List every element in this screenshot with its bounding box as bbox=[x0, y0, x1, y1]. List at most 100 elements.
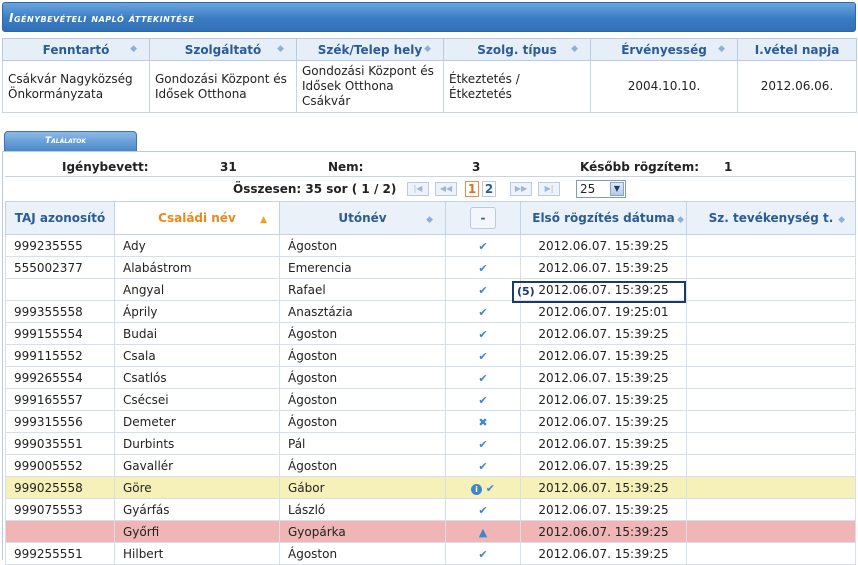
page-2-button[interactable]: 2 bbox=[482, 181, 496, 197]
rows-per-page-select[interactable]: 25 ▼ bbox=[576, 180, 626, 198]
status-filter-button[interactable]: - bbox=[470, 207, 496, 229]
check-icon: ✔ bbox=[478, 261, 488, 275]
cell-taj bbox=[5, 520, 115, 543]
cell-status[interactable]: i ✔ bbox=[445, 476, 521, 499]
table-row[interactable]: 999035551 Durbints Pál ✔ 2012.06.07. 15:39:2… bbox=[5, 432, 856, 455]
cell-last-name: Gyárfás bbox=[114, 498, 280, 521]
cell-first-name: Gyopárka bbox=[279, 520, 446, 543]
last-page-button[interactable]: ▶| bbox=[538, 182, 560, 196]
cell-status[interactable]: ✔ bbox=[445, 256, 521, 279]
cell-date: 2012.06.07. 15:39:25 bbox=[520, 498, 687, 521]
col-csaladi-nev[interactable]: Családi név ▲ bbox=[114, 201, 280, 235]
chevron-down-icon: ▼ bbox=[610, 182, 624, 196]
table-row[interactable]: 999235555 Ady Ágoston ✔ 2012.06.07. 15:39:25 bbox=[5, 234, 856, 257]
cell-status[interactable]: ✔ bbox=[445, 388, 521, 411]
cell: Gondozási Központ és Idősek Otthona bbox=[149, 60, 297, 113]
cell-activity bbox=[686, 344, 856, 367]
table-row[interactable]: Angyal Rafael ✔ 2012.06.07. 15:39:25 bbox=[5, 278, 856, 301]
cell-status[interactable]: ✔ bbox=[445, 344, 521, 367]
cell-first-name: Ágoston bbox=[279, 366, 446, 389]
cell-first-name: Ágoston bbox=[279, 454, 446, 477]
cell-status[interactable]: ✔ bbox=[445, 322, 521, 345]
cell-activity bbox=[686, 322, 856, 345]
cell-activity bbox=[686, 432, 856, 455]
cell-taj: 999165557 bbox=[5, 388, 115, 411]
table-row[interactable]: 999075553 Gyárfás László ✔ 2012.06.07. 15:39… bbox=[5, 498, 856, 521]
col-szolg-tipus[interactable]: Szolg. típus ◆ bbox=[443, 38, 591, 61]
cell-last-name: Csécsei bbox=[114, 388, 280, 411]
cell-last-name: Hilbert bbox=[114, 542, 280, 565]
cell: Gondozási Központ és Idősek Otthona Csák… bbox=[296, 60, 444, 113]
col-ivetel-napja[interactable]: I.vétel napja bbox=[737, 38, 857, 61]
table-row[interactable]: Győrfi Gyopárka ▲ 2012.06.07. 15:39:25 bbox=[5, 520, 856, 543]
cell-activity bbox=[686, 278, 856, 301]
cell-first-name: Rafael bbox=[279, 278, 446, 301]
col-szolgaltato[interactable]: Szolgáltató ◆ bbox=[149, 38, 297, 61]
col-szek-telep[interactable]: Szék/Telep hely ◆ bbox=[296, 38, 444, 61]
col-fenntarto[interactable]: Fenntartó ◆ bbox=[2, 38, 150, 61]
cell-status[interactable]: ✔ bbox=[445, 366, 521, 389]
check-icon: ✔ bbox=[478, 393, 488, 407]
next-page-button[interactable]: ▶▶ bbox=[510, 182, 532, 196]
table-row: Csákvár Nagyközség Önkormányzata Gondozá… bbox=[2, 60, 857, 113]
table-row[interactable]: 555002377 Alabástrom Emerencia ✔ 2012.06.07.… bbox=[5, 256, 856, 279]
cross-icon: ✖ bbox=[478, 415, 488, 429]
col-utonev[interactable]: Utónév ◆ bbox=[279, 201, 446, 235]
col-status[interactable]: - bbox=[445, 201, 521, 235]
col-sz-tevekenyseg[interactable]: Sz. tevékenység t. ◆ bbox=[686, 201, 856, 235]
cell-date: 2012.06.07. 15:39:25 bbox=[520, 454, 687, 477]
cell-status[interactable]: ✔ bbox=[445, 498, 521, 521]
check-icon: ✔ bbox=[478, 459, 488, 473]
cell-status[interactable]: ✔ bbox=[445, 278, 521, 301]
table-row[interactable]: 999355558 Áprily Anasztázia ✔ 2012.06.07. 19… bbox=[5, 300, 856, 323]
cell-last-name: Áprily bbox=[114, 300, 280, 323]
col-ervenyesseg[interactable]: Érvényesség ◆ bbox=[590, 38, 738, 61]
table-row[interactable]: 999315556 Demeter Ágoston ✖ 2012.06.07. 15:3… bbox=[5, 410, 856, 433]
check-icon: ✔ bbox=[478, 283, 488, 297]
pager-summary: Összesen: 35 sor ( 1 / 2) bbox=[233, 182, 397, 196]
cell-activity bbox=[686, 256, 856, 279]
cell-date: 2012.06.07. 15:39:25 bbox=[520, 344, 687, 367]
cell-taj: 999255551 bbox=[5, 542, 115, 565]
check-icon: ✔ bbox=[478, 305, 488, 319]
cell-last-name: Gavallér bbox=[114, 454, 280, 477]
table-row[interactable]: 999025558 Göre Gábor i ✔ 2012.06.07. 15:39:2… bbox=[5, 476, 856, 499]
table-row[interactable]: 999155554 Budai Ágoston ✔ 2012.06.07. 15:39:… bbox=[5, 322, 856, 345]
cell-last-name: Csala bbox=[114, 344, 280, 367]
check-icon: ✔ bbox=[478, 349, 488, 363]
cell-status[interactable]: ✔ bbox=[445, 432, 521, 455]
cell-last-name: Budai bbox=[114, 322, 280, 345]
stat-label: Később rögzítem: bbox=[580, 160, 699, 174]
cell-status[interactable]: ✖ bbox=[445, 410, 521, 433]
cell-taj: 999035551 bbox=[5, 432, 115, 455]
cell-activity bbox=[686, 476, 856, 499]
cell-status[interactable]: ✔ bbox=[445, 234, 521, 257]
cell: 2004.10.10. bbox=[590, 60, 738, 113]
cell-status[interactable]: ✔ bbox=[445, 542, 521, 565]
table-row[interactable]: 999005552 Gavallér Ágoston ✔ 2012.06.07. 15:… bbox=[5, 454, 856, 477]
cell-activity bbox=[686, 410, 856, 433]
cell-first-name: Ágoston bbox=[279, 344, 446, 367]
check-icon: ✔ bbox=[478, 327, 488, 341]
cell-status[interactable]: ✔ bbox=[445, 300, 521, 323]
page-1-button[interactable]: 1 bbox=[465, 181, 479, 197]
results-grid: TAJ azonosító Családi név ▲ Utónév ◆ - Els… bbox=[5, 201, 856, 565]
results-tab[interactable]: Találatok bbox=[4, 131, 137, 152]
col-taj[interactable]: TAJ azonosító bbox=[5, 201, 115, 235]
table-row[interactable]: 999165557 Csécsei Ágoston ✔ 2012.06.07. 15:3… bbox=[5, 388, 856, 411]
table-row[interactable]: 999255551 Hilbert Ágoston ✔ 2012.06.07. 15:3… bbox=[5, 542, 856, 565]
cell-last-name: Alabástrom bbox=[114, 256, 280, 279]
cell-date: 2012.06.07. 15:39:25 bbox=[520, 432, 687, 455]
cell-taj: 999315556 bbox=[5, 410, 115, 433]
col-elso-rogzites[interactable]: Első rögzítés dátuma ◆ bbox=[520, 201, 687, 235]
cell-date: 2012.06.07. 15:39:25 bbox=[520, 410, 687, 433]
table-row[interactable]: 999115552 Csala Ágoston ✔ 2012.06.07. 15:39:… bbox=[5, 344, 856, 367]
prev-page-button[interactable]: ◀◀ bbox=[435, 182, 457, 196]
first-page-button[interactable]: |◀ bbox=[407, 182, 429, 196]
cell-date: 2012.06.07. 15:39:25 bbox=[520, 322, 687, 345]
cell-taj: 999265554 bbox=[5, 366, 115, 389]
check-icon: ✔ bbox=[478, 503, 488, 517]
table-row[interactable]: 999265554 Csatlós Ágoston ✔ 2012.06.07. 15:3… bbox=[5, 366, 856, 389]
cell-status[interactable]: ✔ bbox=[445, 454, 521, 477]
cell-status[interactable]: ▲ bbox=[445, 520, 521, 543]
